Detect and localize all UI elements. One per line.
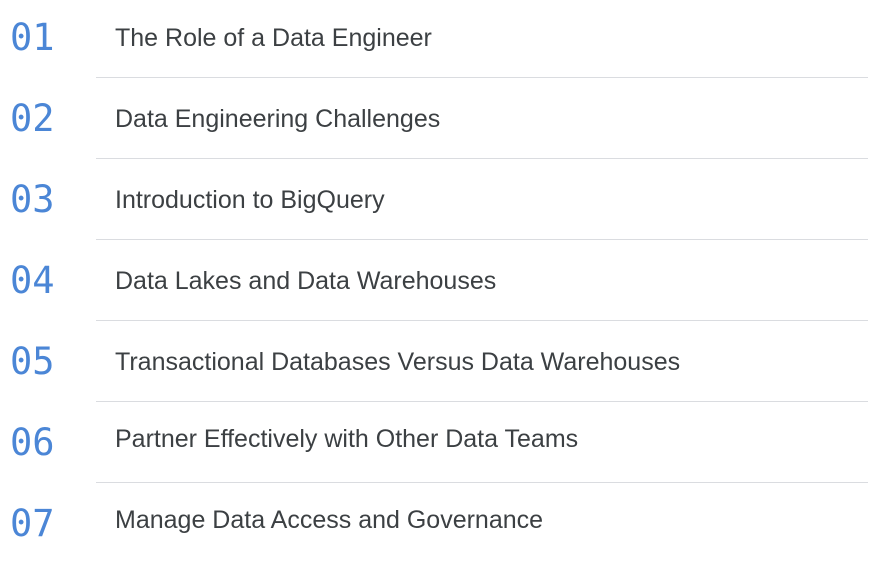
divider xyxy=(96,158,868,159)
agenda-item: 03 Introduction to BigQuery xyxy=(0,162,882,243)
agenda-item: 06 Partner Effectively with Other Data T… xyxy=(0,405,882,486)
agenda-item: 04 Data Lakes and Data Warehouses xyxy=(0,243,882,324)
agenda-item-title: The Role of a Data Engineer xyxy=(115,24,432,52)
divider xyxy=(96,482,868,483)
agenda-item-title: Transactional Databases Versus Data Ware… xyxy=(115,348,681,376)
agenda-item: 07 Manage Data Access and Governance xyxy=(0,486,882,567)
agenda-item-number: 05 xyxy=(10,340,55,383)
agenda-item-number: 07 xyxy=(10,502,55,545)
agenda-item-number: 02 xyxy=(10,97,55,140)
divider xyxy=(96,239,868,240)
divider xyxy=(96,77,868,78)
agenda-item-number: 04 xyxy=(10,259,55,302)
agenda-item-title: Data Lakes and Data Warehouses xyxy=(115,267,497,295)
agenda-item-title: Manage Data Access and Governance xyxy=(115,506,544,534)
agenda-item: 02 Data Engineering Challenges xyxy=(0,81,882,162)
agenda-list: 01 The Role of a Data Engineer 02 Data E… xyxy=(0,0,882,550)
agenda-item-title: Introduction to BigQuery xyxy=(115,186,385,214)
agenda-item: 01 The Role of a Data Engineer xyxy=(0,0,882,81)
agenda-item-number: 06 xyxy=(10,421,55,464)
divider xyxy=(96,401,868,402)
agenda-item-title: Partner Effectively with Other Data Team… xyxy=(115,425,579,453)
agenda-item: 05 Transactional Databases Versus Data W… xyxy=(0,324,882,405)
agenda-item-number: 01 xyxy=(10,16,55,59)
agenda-item-title: Data Engineering Challenges xyxy=(115,105,441,133)
divider xyxy=(96,320,868,321)
agenda-item-number: 03 xyxy=(10,178,55,221)
